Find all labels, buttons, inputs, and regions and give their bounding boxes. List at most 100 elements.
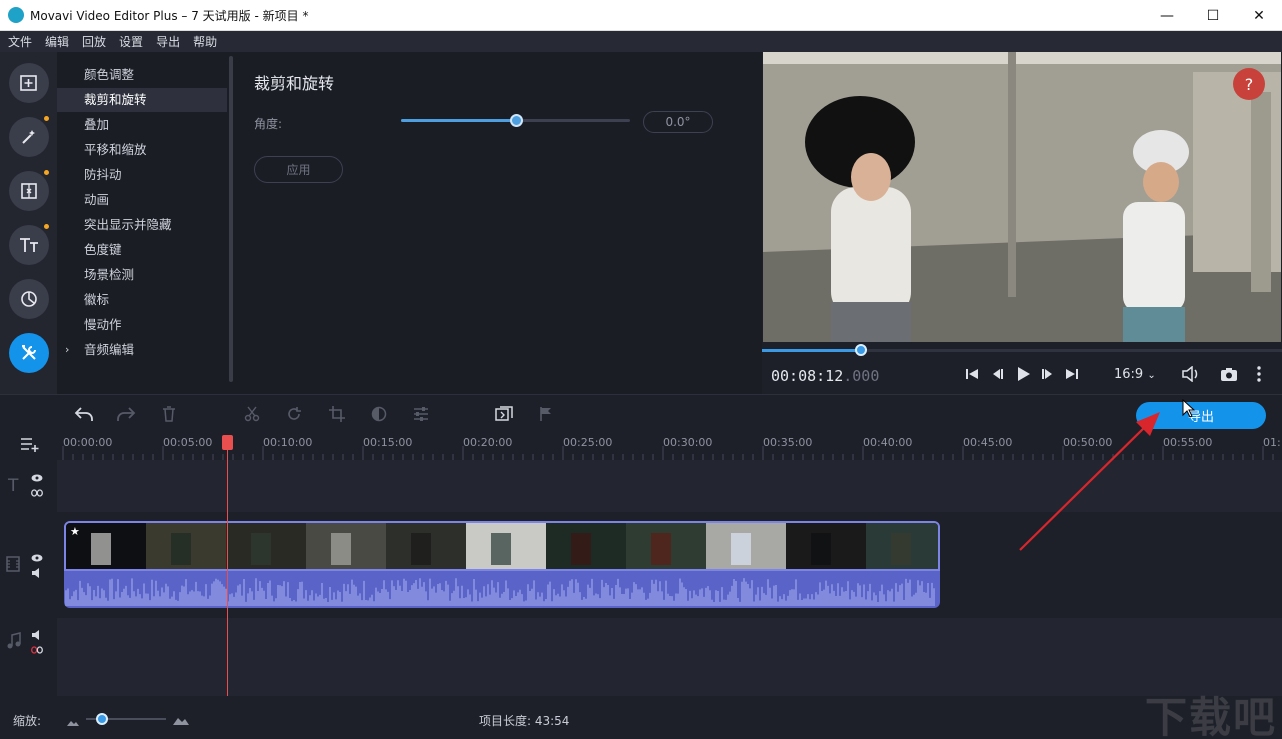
speaker-icon[interactable] <box>30 629 44 641</box>
thumbnail-figure <box>571 533 591 565</box>
new-indicator-dot <box>44 224 49 229</box>
skip-to-start-icon[interactable] <box>962 364 982 384</box>
tool-sidebar <box>0 52 57 394</box>
help-button[interactable]: ? <box>1233 68 1265 100</box>
angle-value-field[interactable]: 0.0° <box>643 111 713 133</box>
color-adjust-icon[interactable] <box>368 403 390 425</box>
tools-category-list: 颜色调整 裁剪和旋转 叠加 平移和缩放 防抖动 动画 突出显示并隐藏 色度键 场… <box>57 52 233 394</box>
eye-icon[interactable] <box>30 472 44 484</box>
play-icon[interactable] <box>1012 363 1034 385</box>
audio-waveform <box>65 578 935 606</box>
aspect-ratio-selector[interactable]: 16:9 ⌄ <box>1114 367 1156 382</box>
insert-clip-icon[interactable] <box>492 403 516 425</box>
category-pan-zoom[interactable]: 平移和缩放 <box>57 138 227 162</box>
link-off-icon[interactable] <box>30 644 44 656</box>
skip-to-end-icon[interactable] <box>1062 364 1082 384</box>
waveform-bars <box>65 578 935 606</box>
text-icon <box>20 238 38 252</box>
close-button[interactable]: ✕ <box>1236 0 1282 31</box>
menu-export[interactable]: 导出 <box>156 33 180 50</box>
watermark-logo: 下载吧 <box>1145 693 1278 739</box>
speaker-icon[interactable] <box>30 567 44 579</box>
clip-thumbnails <box>66 523 938 569</box>
menu-settings[interactable]: 设置 <box>119 33 143 50</box>
previous-frame-icon[interactable] <box>987 364 1007 384</box>
playhead-handle[interactable] <box>222 435 233 450</box>
transitions-button[interactable] <box>9 171 49 211</box>
aspect-ratio-value: 16:9 <box>1114 367 1144 382</box>
thumbnail-figure <box>891 533 911 565</box>
category-chroma-key[interactable]: 色度键 <box>57 238 227 262</box>
angle-slider[interactable] <box>401 114 630 127</box>
delete-icon[interactable] <box>158 403 180 425</box>
titles-button[interactable] <box>9 225 49 265</box>
category-scene-detection[interactable]: 场景检测 <box>57 263 227 287</box>
video-track-icon <box>6 556 20 572</box>
tick-label: 00:40:00 <box>863 436 913 449</box>
tick-label: 00:30:00 <box>663 436 713 449</box>
redo-icon[interactable] <box>114 403 138 425</box>
category-crop-rotate[interactable]: 裁剪和旋转 <box>57 88 227 112</box>
app-window: Movavi Video Editor Plus – 7 天试用版 - 新项目 … <box>0 0 1282 739</box>
more-options-icon[interactable] <box>1252 364 1266 384</box>
zoom-label: 缩放: <box>13 714 42 728</box>
zoom-in-icon[interactable] <box>173 714 189 725</box>
title-bar: Movavi Video Editor Plus – 7 天试用版 - 新项目 … <box>0 0 1282 31</box>
tick-label: 00:25:00 <box>563 436 613 449</box>
marker-flag-icon[interactable] <box>535 403 557 425</box>
maximize-button[interactable]: ☐ <box>1190 0 1236 31</box>
crop-rotate-panel: 裁剪和旋转 角度: 0.0° 应用 <box>233 52 762 394</box>
category-stabilization[interactable]: 防抖动 <box>57 163 227 187</box>
category-logo[interactable]: 徽标 <box>57 288 227 312</box>
thumbnail-figure <box>411 533 431 565</box>
apply-button[interactable]: 应用 <box>254 156 343 183</box>
filters-button[interactable] <box>9 117 49 157</box>
zoom-slider[interactable] <box>86 713 166 725</box>
category-audio-editing[interactable]: 音频编辑 <box>57 338 227 362</box>
angle-slider-fill <box>401 119 516 122</box>
add-media-icon <box>20 75 37 91</box>
minimize-button[interactable]: — <box>1144 0 1190 31</box>
zoom-out-icon[interactable] <box>67 715 79 726</box>
undo-icon[interactable] <box>72 403 96 425</box>
import-files-button[interactable] <box>9 63 49 103</box>
new-indicator-dot <box>44 170 49 175</box>
add-track-icon[interactable] <box>18 434 42 454</box>
next-frame-icon[interactable] <box>1038 364 1058 384</box>
music-note-icon <box>6 632 22 650</box>
category-highlight-conceal[interactable]: 突出显示并隐藏 <box>57 213 227 237</box>
new-indicator-dot <box>44 116 49 121</box>
angle-slider-handle[interactable] <box>510 114 523 127</box>
category-slow-motion[interactable]: 慢动作 <box>57 313 227 337</box>
menu-edit[interactable]: 编辑 <box>45 33 69 50</box>
playhead-line <box>227 436 228 696</box>
music-track[interactable] <box>57 618 1282 696</box>
video-preview-frame[interactable]: ? <box>763 52 1281 342</box>
category-animation[interactable]: 动画 <box>57 188 227 212</box>
zoom-slider-handle[interactable] <box>96 713 108 725</box>
video-clip[interactable]: ★ <box>64 521 940 571</box>
category-color-adjust[interactable]: 颜色调整 <box>57 63 227 87</box>
menu-help[interactable]: 帮助 <box>193 33 217 50</box>
preview-progress-handle[interactable] <box>855 344 867 356</box>
preview-progress-bar[interactable] <box>762 344 1282 356</box>
clip-properties-icon[interactable] <box>410 403 432 425</box>
stickers-button[interactable] <box>9 279 49 319</box>
crop-icon[interactable] <box>326 403 348 425</box>
rotate-icon[interactable] <box>283 403 305 425</box>
more-tools-button[interactable] <box>9 333 49 373</box>
link-icon[interactable] <box>30 487 44 499</box>
volume-icon[interactable] <box>1180 364 1202 384</box>
menu-bar: 文件 编辑 回放 设置 导出 帮助 <box>0 31 1282 52</box>
thumbnail-figure <box>731 533 751 565</box>
menu-file[interactable]: 文件 <box>8 33 32 50</box>
timeline-track-controls: T <box>0 432 57 696</box>
tick-label: 00:00:00 <box>63 436 113 449</box>
audio-waveform-clip[interactable] <box>64 571 940 608</box>
category-overlay[interactable]: 叠加 <box>57 113 227 137</box>
status-bar: 缩放: 项目长度: 43:54 下载吧 <box>0 693 1282 739</box>
snapshot-camera-icon[interactable] <box>1218 364 1240 384</box>
split-scissors-icon[interactable] <box>241 403 263 425</box>
menu-playback[interactable]: 回放 <box>82 33 106 50</box>
eye-icon[interactable] <box>30 552 44 564</box>
